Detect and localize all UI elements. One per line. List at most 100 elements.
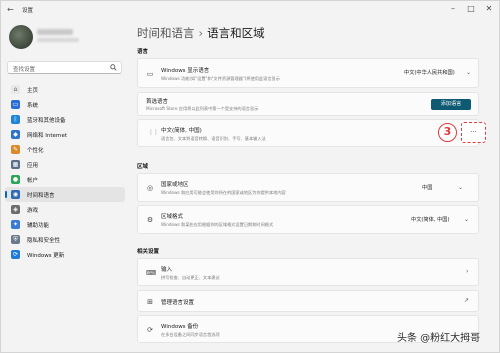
sidebar-item[interactable]: ✦ 辅助功能: [5, 217, 125, 232]
back-arrow-icon[interactable]: ←: [7, 5, 17, 15]
format-icon: ⚙: [146, 216, 154, 224]
search-icon: [110, 64, 117, 71]
section-label-related: 相关设置: [137, 249, 160, 255]
chinese-language-title: 中文(简体, 中国): [161, 128, 202, 134]
preferred-language-subtitle: Microsoft Store 应用将以此列表中第一个受支持的语言显示: [146, 106, 259, 111]
app-title: 设置: [22, 8, 34, 14]
title-bar: ← 设置 – □ ✕: [1, 1, 500, 19]
globe-icon: ◎: [146, 184, 154, 192]
avatar[interactable]: [9, 25, 33, 49]
section-label-language: 语言: [137, 49, 149, 55]
system-icon: ▭: [11, 100, 20, 109]
chevron-down-icon[interactable]: ⌄: [464, 216, 469, 223]
sidebar-item[interactable]: ✎ 个性化: [5, 142, 125, 157]
admin-language-title: 管理语言设置: [161, 300, 195, 306]
sidebar-item-label: 游戏: [27, 208, 39, 214]
country-region-row: ◎ 国家或地区 Windows 和应用可能会使用你所在的国家或地区为你提供本地内…: [137, 173, 479, 202]
input-subtitle: 拼写检查、自动更正、文本建议: [161, 275, 220, 280]
chevron-right-icon[interactable]: ›: [466, 268, 468, 275]
user-name-blurred: [37, 29, 73, 35]
accessibility-icon: ✦: [11, 220, 20, 229]
display-language-title: Windows 显示语言: [161, 68, 210, 74]
input-title: 输入: [161, 267, 173, 273]
watermark-text: 头条 @粉红大拇哥: [397, 333, 481, 344]
sidebar-item-label: 主页: [27, 88, 39, 94]
input-row[interactable]: ⌨ 输入 拼写检查、自动更正、文本建议 ›: [137, 258, 479, 286]
search-input[interactable]: 查找设置: [7, 61, 122, 74]
close-icon[interactable]: ✕: [483, 4, 495, 14]
admin-icon: ⊞: [147, 298, 153, 306]
chevron-down-icon[interactable]: ⌄: [458, 184, 463, 191]
sidebar-item-label: 蓝牙和其他设备: [27, 118, 66, 124]
chinese-language-subtitle: 语言包、文本到语音转换、语音识别、手写、基本输入法: [161, 136, 266, 141]
sidebar-item[interactable]: ⌂ 主页: [5, 82, 125, 97]
sidebar-item[interactable]: ▭ 系统: [5, 97, 125, 112]
sidebar-item[interactable]: ◈ 游戏: [5, 202, 125, 217]
apps-icon: ▦: [11, 160, 20, 169]
brush-icon: ✎: [11, 145, 20, 154]
home-icon: ⌂: [11, 85, 20, 94]
drag-handle-icon[interactable]: ⋮⋮: [148, 129, 159, 136]
country-select[interactable]: 中国: [418, 183, 436, 194]
backup-icon: ⟳: [147, 326, 153, 334]
maximize-icon[interactable]: □: [465, 4, 477, 14]
admin-language-row[interactable]: ⊞ 管理语言设置 ↗: [137, 290, 479, 312]
sidebar-item-label: 网络和 Internet: [27, 133, 68, 139]
gamepad-icon: ◈: [11, 205, 20, 214]
monitor-icon: ▭: [146, 70, 154, 78]
sidebar-item[interactable]: ◆ 网络和 Internet: [5, 127, 125, 142]
sidebar-item[interactable]: ● 帐户: [5, 172, 125, 187]
watermark: 头条 @粉红大拇哥: [397, 329, 480, 344]
more-options-button[interactable]: ···: [461, 122, 486, 143]
breadcrumb-parent[interactable]: 时间和语言: [137, 26, 195, 40]
regional-format-title: 区域格式: [161, 214, 184, 220]
display-language-subtitle: Windows 功能(如"设置"和"文件资源管理器")将使用此语言显示: [161, 76, 280, 81]
country-title: 国家或地区: [161, 182, 189, 188]
shield-icon: ⛨: [11, 235, 20, 244]
sidebar-item-label: 应用: [27, 163, 39, 169]
update-icon: ⟳: [11, 250, 20, 259]
windows-backup-subtitle: 在多台设备之间同步语言首选项: [161, 332, 220, 337]
minimize-icon[interactable]: –: [447, 4, 459, 14]
regional-format-subtitle: Windows 和某些应用根据你的区域格式设置日期和时间格式: [161, 222, 274, 227]
preferred-language-title: 首选语言: [146, 99, 169, 105]
sidebar-item-label: 辅助功能: [27, 223, 50, 229]
sidebar-item-label: 个性化: [27, 148, 44, 154]
sidebar: 查找设置 ⌂ 主页 ▭ 系统 ᛒ 蓝牙和其他设备 ◆ 网络和 Internet ✎ 个性化 ▦ 应用 ●…: [1, 19, 129, 353]
search-placeholder: 查找设置: [13, 67, 36, 73]
add-language-button[interactable]: 添加语言: [431, 99, 471, 110]
regional-format-select[interactable]: 中文(简体, 中国): [407, 215, 453, 226]
sidebar-item[interactable]: ᛒ 蓝牙和其他设备: [5, 112, 125, 127]
chevron-down-icon[interactable]: ⌄: [466, 69, 471, 76]
breadcrumb: 时间和语言 › 语言和区域: [137, 25, 265, 41]
settings-window: ← 设置 – □ ✕ 查找设置 ⌂ 主页 ▭ 系统 ᛒ 蓝牙和其他设备 ◆ 网络和 Inter…: [0, 0, 500, 353]
sidebar-nav: ⌂ 主页 ▭ 系统 ᛒ 蓝牙和其他设备 ◆ 网络和 Internet ✎ 个性化 ▦ 应用 ● 帐户 ◉ 时间…: [5, 82, 125, 262]
sidebar-item-label: 时间和语言: [27, 193, 55, 199]
sidebar-item[interactable]: ▦ 应用: [5, 157, 125, 172]
sidebar-item[interactable]: ⛨ 隐私和安全性: [5, 232, 125, 247]
windows-backup-title: Windows 备份: [161, 324, 199, 330]
account-icon: ●: [11, 175, 20, 184]
sidebar-item[interactable]: ⟳ Windows 更新: [5, 247, 125, 262]
sidebar-item-label: Windows 更新: [27, 253, 65, 259]
keyboard-icon: ⌨: [146, 269, 157, 277]
sidebar-item-label: 隐私和安全性: [27, 238, 61, 244]
breadcrumb-separator: ›: [198, 26, 204, 40]
bluetooth-icon: ᛒ: [11, 115, 20, 124]
regional-format-row: ⚙ 区域格式 Windows 和某些应用根据你的区域格式设置日期和时间格式 中文…: [137, 205, 479, 234]
annotation-step-badge: 3: [438, 123, 457, 142]
display-language-row: ▭ Windows 显示语言 Windows 功能(如"设置"和"文件资源管理器…: [137, 58, 479, 88]
sidebar-item-label: 系统: [27, 103, 39, 109]
country-subtitle: Windows 和应用可能会使用你所在的国家或地区为你提供本地内容: [161, 190, 286, 195]
page-title: 语言和区域: [207, 26, 265, 40]
wifi-icon: ◆: [11, 130, 20, 139]
section-label-region: 区域: [137, 164, 149, 170]
sidebar-item[interactable]: ◉ 时间和语言: [5, 187, 125, 202]
external-link-icon[interactable]: ↗: [464, 297, 469, 304]
user-email-blurred: [37, 38, 79, 42]
display-language-select[interactable]: 中文(中华人民共和国): [400, 68, 459, 79]
preferred-language-row: 首选语言 Microsoft Store 应用将以此列表中第一个受支持的语言显示…: [137, 92, 479, 116]
globe-icon: ◉: [11, 190, 20, 199]
chinese-language-row: ⋮⋮ 中文(简体, 中国) 语言包、文本到语音转换、语音识别、手写、基本输入法: [137, 119, 479, 147]
sidebar-item-label: 帐户: [27, 178, 39, 184]
